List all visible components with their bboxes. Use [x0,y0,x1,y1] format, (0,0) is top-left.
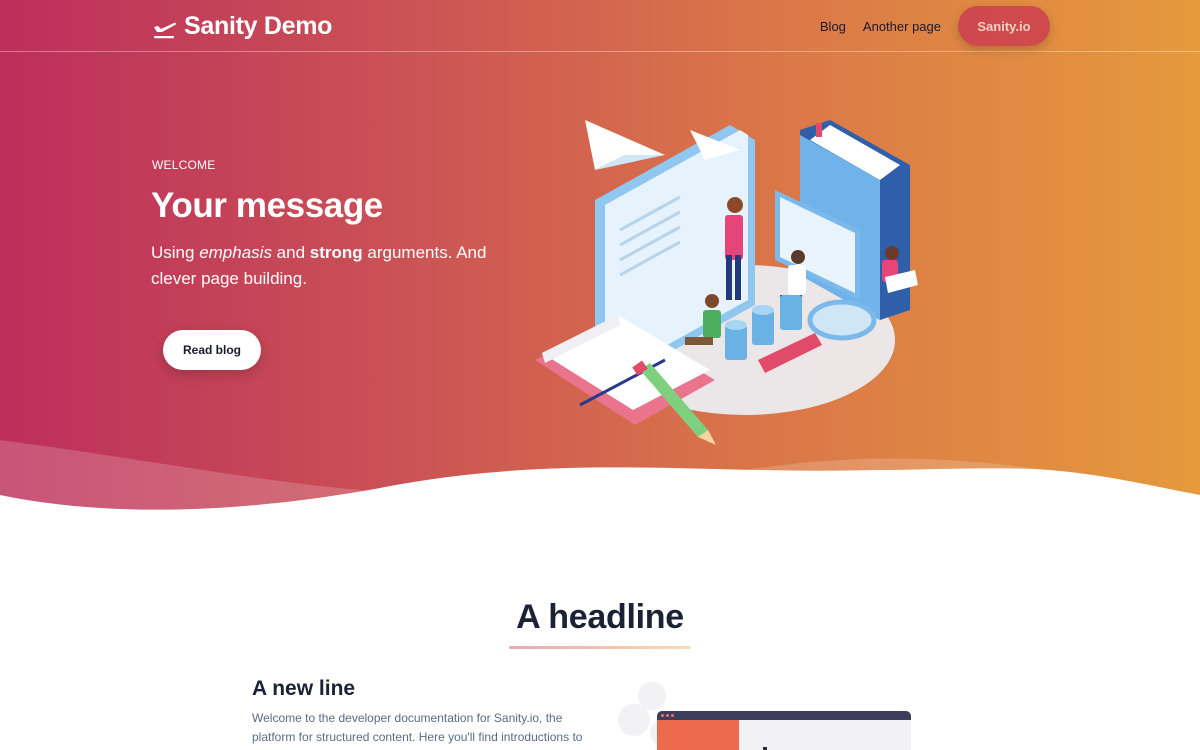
hero-title: Your message [151,186,383,225]
hero-eyebrow: WELCOME [152,158,216,172]
section-headline: A headline [516,598,684,636]
browser-mockup-titlebar [657,711,911,720]
nav-link-blog[interactable]: Blog [820,19,846,34]
browser-dot [661,714,664,717]
headline-underline [509,646,691,649]
nav-link-another-page[interactable]: Another page [863,19,941,34]
nav-links: Blog Another page Sanity.io [820,6,1050,46]
hero-section: Sanity Demo Blog Another page Sanity.io … [0,0,1200,560]
brand-link[interactable]: Sanity Demo [152,12,332,41]
browser-mockup-panel [657,720,739,750]
hero-subtitle-prefix: Using [151,243,200,262]
section-subheading: A new line [252,677,356,700]
sanity-io-button[interactable]: Sanity.io [958,6,1050,46]
hero-illustration [535,120,918,445]
hero-subtitle-strong: strong [309,243,363,262]
read-blog-button[interactable]: Read blog [163,330,261,370]
hero-wave-divider [0,440,1200,560]
airplane-takeoff-icon [154,22,177,38]
browser-mockup-image [657,711,911,750]
section-body: Welcome to the developer documentation f… [252,711,583,750]
brand-title: Sanity Demo [184,12,333,40]
hero-subtitle-emphasis: emphasis [199,243,272,262]
hero-subtitle-middle: and [271,243,310,262]
top-nav: Sanity Demo Blog Another page Sanity.io [0,0,1200,52]
browser-dot [671,714,674,717]
browser-dot [666,714,669,717]
hero-subtitle: Using emphasis and strong arguments. And… [151,240,511,292]
